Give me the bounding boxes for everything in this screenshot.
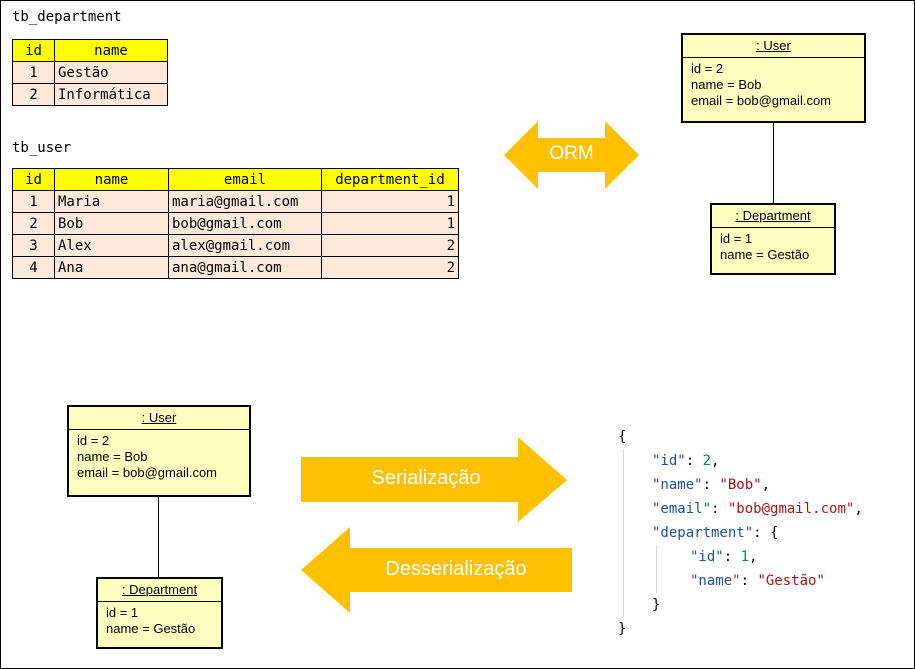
deserialization-label: Desserialização — [385, 558, 527, 580]
json-brace: } — [652, 597, 661, 613]
object-title: : User — [69, 407, 249, 430]
department-object-top: : Department id = 1 name = Gestão — [710, 203, 836, 275]
object-field: id = 1 — [106, 605, 139, 620]
object-field: email = bob@gmail.com — [77, 465, 218, 480]
association-line — [158, 497, 159, 577]
object-field: id = 1 — [720, 231, 753, 246]
object-title: : Department — [712, 205, 834, 228]
json-value: "bob@gmail.com" — [727, 501, 855, 517]
orm-label: ORM — [549, 143, 594, 164]
object-field: id = 2 — [691, 61, 724, 76]
serialization-label: Serialização — [371, 467, 481, 489]
object-field: name = Gestão — [106, 621, 196, 636]
object-title: : Department — [98, 579, 221, 602]
json-value: 2 — [702, 453, 712, 469]
json-key: "id" — [690, 549, 724, 565]
association-line — [773, 123, 774, 203]
json-brace: { — [618, 429, 627, 445]
user-object-top: : User id = 2 name = Bob email = bob@gma… — [681, 33, 866, 123]
object-field: name = Gestão — [720, 247, 810, 262]
json-key: "department" — [652, 525, 754, 541]
object-field: email = bob@gmail.com — [691, 93, 832, 108]
json-brace: { — [770, 525, 779, 541]
json-value: "Bob" — [719, 477, 762, 493]
json-key: "name" — [690, 573, 741, 589]
json-value: "Gestão" — [757, 573, 825, 589]
user-object-bottom: : User id = 2 name = Bob email = bob@gma… — [67, 405, 251, 497]
json-key: "email" — [652, 501, 712, 517]
json-key: "name" — [652, 477, 703, 493]
object-field: id = 2 — [77, 433, 110, 448]
json-brace: } — [618, 621, 627, 637]
object-field: name = Bob — [691, 77, 762, 92]
object-field: name = Bob — [77, 449, 148, 464]
department-object-bottom: : Department id = 1 name = Gestão — [96, 577, 223, 649]
json-key: "id" — [652, 453, 686, 469]
json-code-block: { "id": 2, "name": "Bob", "email": "bob@… — [618, 429, 863, 637]
object-title: : User — [683, 35, 864, 58]
json-value: 1 — [740, 549, 750, 565]
